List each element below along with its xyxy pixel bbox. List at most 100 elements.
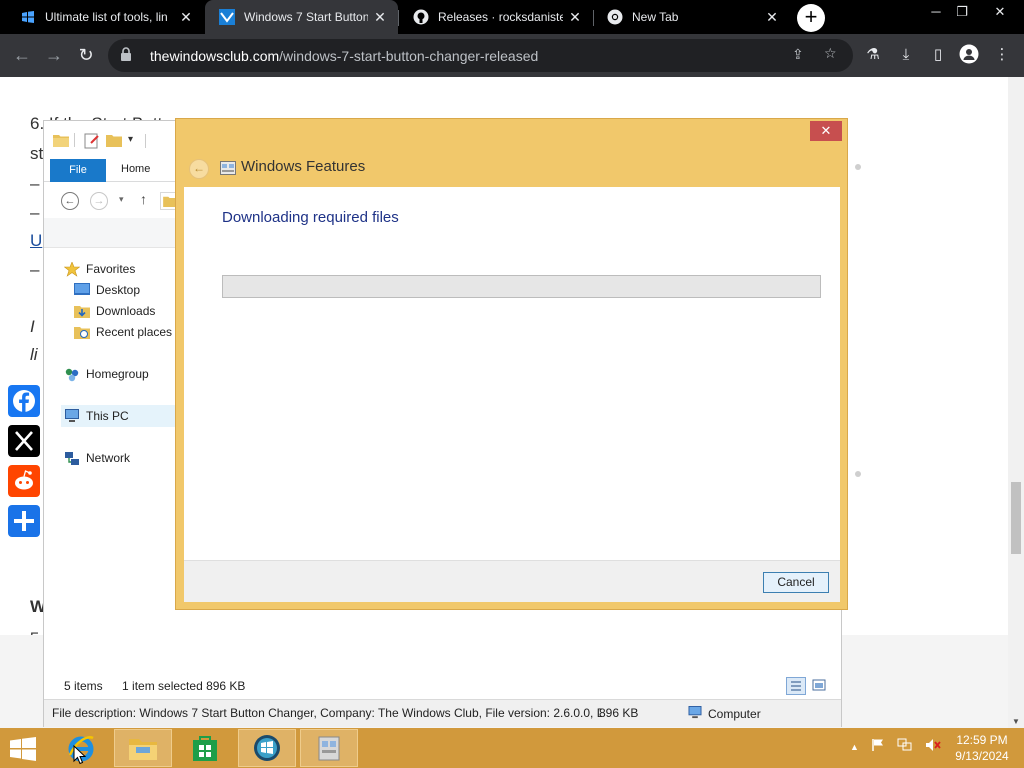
- tab-title: Releases · rocksdanister: [438, 10, 563, 24]
- nav-item-favorites[interactable]: Favorites: [63, 259, 136, 279]
- tab-title: New Tab: [632, 10, 679, 24]
- selection-info: 1 item selected 896 KB: [122, 679, 246, 693]
- scroll-down-arrow-icon[interactable]: ▼: [1012, 717, 1020, 726]
- article-link-fragment[interactable]: U: [30, 231, 42, 251]
- side-panel-icon[interactable]: ▯: [927, 44, 949, 66]
- location-computer: Computer: [687, 706, 761, 722]
- nav-item-desktop[interactable]: Desktop: [74, 280, 140, 300]
- nav-label: Desktop: [96, 283, 141, 297]
- explorer-status-bar: 5 items 1 item selected 896 KB: [64, 679, 245, 693]
- explorer-forward-icon[interactable]: →: [90, 192, 108, 210]
- more-share-icon[interactable]: [8, 505, 40, 537]
- system-tray: ▲: [850, 738, 941, 755]
- new-tab-button[interactable]: +: [797, 4, 825, 32]
- bookmark-star-icon[interactable]: ☆: [824, 45, 837, 62]
- nav-label: Downloads: [96, 304, 156, 318]
- browser-toolbar: ← → ↻ thewindowsclub.com/windows-7-start…: [0, 34, 1024, 77]
- customize-qa-dropdown-icon[interactable]: ▾: [128, 134, 133, 145]
- file-explorer-icon: [129, 739, 157, 760]
- file-details-bar: File description: Windows 7 Start Button…: [44, 699, 841, 727]
- show-hidden-icons-icon[interactable]: ▲: [850, 742, 859, 752]
- cancel-button[interactable]: Cancel: [763, 572, 829, 593]
- dialog-back-arrow-icon[interactable]: ←: [189, 159, 209, 179]
- network-status-icon[interactable]: [897, 738, 913, 755]
- article-text-fragment: st: [30, 144, 44, 163]
- ribbon-tab-home[interactable]: Home: [121, 163, 150, 175]
- close-tab-icon[interactable]: ✕: [760, 9, 784, 26]
- dialog-footer: Cancel: [184, 560, 840, 602]
- nav-item-this-pc[interactable]: This PC: [64, 406, 129, 426]
- download-icon[interactable]: ⤓: [895, 44, 917, 66]
- dialog-shadow-dot: [855, 471, 861, 477]
- store-icon: [193, 736, 217, 761]
- tab-separator: [593, 10, 594, 26]
- close-window-icon[interactable]: ✕: [986, 4, 1014, 24]
- close-tab-icon[interactable]: ✕: [563, 9, 587, 26]
- qa-separator: [145, 134, 146, 148]
- dialog-shadow-dot: [855, 164, 861, 170]
- taskbar-windows-features[interactable]: [300, 729, 358, 767]
- start-button[interactable]: [9, 737, 39, 761]
- minimize-icon[interactable]: ─: [922, 4, 950, 24]
- taskbar-store[interactable]: [176, 729, 234, 767]
- close-tab-icon[interactable]: ✕: [368, 9, 392, 26]
- properties-icon[interactable]: [84, 133, 100, 152]
- explorer-back-icon[interactable]: ←: [61, 192, 79, 210]
- clock-date: 9/13/2024: [955, 749, 1009, 763]
- nav-item-downloads[interactable]: Downloads: [74, 301, 155, 321]
- computer-icon: [64, 409, 80, 423]
- page-scrollbar[interactable]: ▼: [1008, 77, 1024, 728]
- x-share-icon[interactable]: [8, 425, 40, 457]
- forward-arrow-icon[interactable]: →: [41, 42, 67, 68]
- mouse-cursor-icon: [73, 744, 87, 768]
- nav-item-network[interactable]: Network: [64, 448, 130, 468]
- star-icon: [63, 261, 81, 277]
- large-icons-view-icon[interactable]: [811, 677, 829, 695]
- up-arrow-icon[interactable]: ↑: [140, 191, 147, 207]
- windows-7-start-changer-icon: [254, 735, 280, 761]
- tab-releases[interactable]: Releases · rocksdanister ✕: [399, 0, 593, 34]
- nav-label: Favorites: [86, 262, 136, 276]
- profile-avatar-icon[interactable]: [958, 44, 980, 66]
- taskbar-start-button-changer[interactable]: [238, 729, 296, 767]
- details-view-icon[interactable]: [786, 677, 806, 695]
- action-center-flag-icon[interactable]: [871, 738, 885, 755]
- address-bar[interactable]: thewindowsclub.com/windows-7-start-butto…: [108, 39, 853, 72]
- clock-time: 12:59 PM: [956, 733, 1008, 747]
- chrome-icon: [607, 9, 623, 25]
- share-icon[interactable]: ⇪: [792, 46, 804, 63]
- system-clock[interactable]: 12:59 PM 9/13/2024: [946, 732, 1018, 764]
- taskbar-file-explorer[interactable]: [114, 729, 172, 767]
- reload-icon[interactable]: ↻: [73, 42, 99, 68]
- nav-label: Recent places: [96, 325, 173, 339]
- network-icon: [64, 451, 80, 465]
- reddit-share-icon[interactable]: [8, 465, 40, 497]
- recent-locations-dropdown-icon[interactable]: ▾: [119, 194, 124, 205]
- homegroup-icon: [64, 367, 80, 382]
- nav-label: This PC: [86, 409, 129, 423]
- new-folder-icon[interactable]: [106, 133, 122, 150]
- tab-ultimate-list[interactable]: Ultimate list of tools, lin ✕: [6, 0, 204, 34]
- restore-icon[interactable]: ❐: [948, 4, 976, 24]
- facebook-share-icon[interactable]: [8, 385, 40, 417]
- nav-item-homegroup[interactable]: Homegroup: [64, 364, 149, 384]
- file-size: 896 KB: [599, 706, 639, 720]
- ribbon-tab-file[interactable]: File: [50, 159, 106, 182]
- nav-label: Homegroup: [86, 367, 149, 381]
- tab-windows-7-start-button[interactable]: Windows 7 Start Button ✕: [205, 0, 398, 34]
- quick-access-toolbar: ▾: [44, 121, 177, 157]
- labs-flask-icon[interactable]: ⚗: [862, 44, 884, 66]
- article-dash: –: [30, 260, 40, 279]
- desktop-icon: [74, 283, 90, 297]
- scrollbar-thumb[interactable]: [1011, 482, 1021, 554]
- file-description: File description: Windows 7 Start Button…: [52, 706, 602, 720]
- close-tab-icon[interactable]: ✕: [174, 9, 198, 26]
- back-arrow-icon[interactable]: ←: [9, 42, 35, 68]
- browser-menu-icon[interactable]: ⋮: [991, 44, 1013, 66]
- volume-muted-icon[interactable]: [925, 738, 941, 755]
- item-count: 5 items: [64, 679, 103, 693]
- downloads-folder-icon: [74, 304, 90, 318]
- tab-new-tab[interactable]: New Tab ✕: [593, 0, 790, 34]
- nav-item-recent-places[interactable]: Recent places: [74, 322, 172, 342]
- dialog-close-button[interactable]: ✕: [810, 121, 842, 141]
